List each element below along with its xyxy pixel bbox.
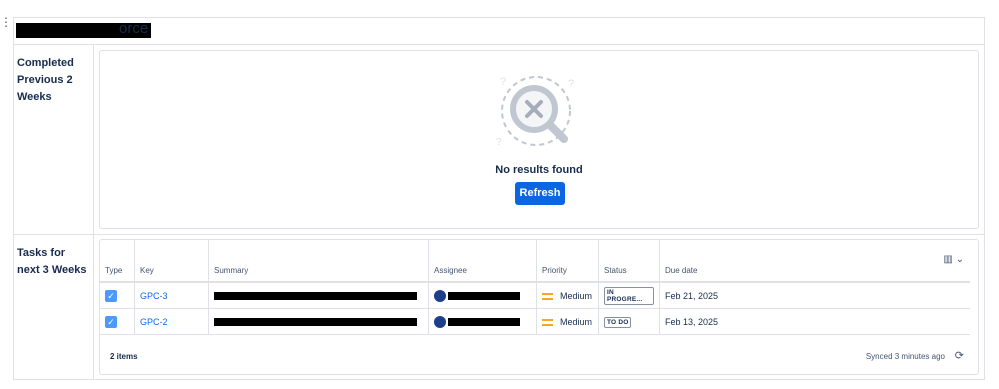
svg-text:?: ?	[568, 78, 574, 90]
column-header-status[interactable]: Status	[598, 240, 660, 283]
column-header-summary[interactable]: Summary	[208, 240, 429, 283]
no-results-message: No results found	[495, 164, 583, 176]
column-header-assignee[interactable]: Assignee	[428, 240, 537, 283]
column-header-type[interactable]: Type	[100, 240, 135, 283]
priority-label: Medium	[560, 316, 593, 327]
issues-table: Type Key Summary Assignee Priority Statu…	[100, 240, 970, 335]
redacted-assignee	[448, 291, 520, 300]
columns-icon[interactable]: ▥ ⌄	[943, 254, 964, 265]
table-row[interactable]: ✓ GPC-3 Medium IN PROGRE... Feb 21, 2025	[100, 282, 970, 309]
redacted-summary	[214, 318, 417, 327]
completed-issues-panel: ? ? ? No results found Refresh	[99, 50, 979, 229]
issue-key-link[interactable]: GPC-2	[140, 317, 168, 327]
svg-text:?: ?	[496, 137, 502, 148]
task-checkbox-icon: ✓	[105, 315, 117, 328]
redacted-assignee	[448, 317, 520, 326]
issue-key-link[interactable]: GPC-3	[140, 291, 168, 301]
row-tasks: Tasks for next 3 Weeks Type Key Summary …	[13, 234, 985, 380]
refresh-icon[interactable]: ⟳	[955, 349, 964, 362]
avatar	[434, 289, 446, 302]
row-label-tasks: Tasks for next 3 Weeks	[13, 235, 94, 380]
column-header-priority[interactable]: Priority	[536, 240, 599, 283]
redacted-summary	[214, 292, 417, 301]
due-date: Feb 21, 2025	[665, 290, 719, 301]
tasks-issues-panel: Type Key Summary Assignee Priority Statu…	[99, 239, 979, 375]
row-completed: Completed Previous 2 Weeks ? ? ? No resu…	[13, 44, 985, 234]
column-header-due-date[interactable]: Due date	[659, 240, 970, 283]
column-header-key[interactable]: Key	[134, 240, 209, 283]
priority-label: Medium	[560, 290, 593, 301]
item-count: 2 items	[110, 352, 138, 361]
search-no-results-icon: ? ? ?	[496, 76, 574, 148]
svg-text:?: ?	[500, 76, 506, 88]
row-label-completed: Completed Previous 2 Weeks	[13, 45, 94, 234]
status-badge: IN PROGRE...	[604, 286, 654, 305]
priority-medium-icon	[542, 292, 553, 300]
priority-medium-icon	[542, 318, 553, 326]
table-row[interactable]: ✓ GPC-2 Medium TO DO Feb 13, 2025	[100, 308, 970, 335]
sync-status: Synced 3 minutes ago	[865, 352, 945, 361]
status-badge: TO DO	[604, 316, 632, 328]
task-checkbox-icon: ✓	[105, 289, 117, 302]
page-header: orce	[13, 17, 985, 44]
drag-handle-icon[interactable]: ⋮	[0, 16, 12, 28]
avatar	[434, 315, 446, 328]
due-date: Feb 13, 2025	[665, 316, 719, 327]
refresh-button[interactable]: Refresh	[515, 182, 565, 205]
page-title: orce	[119, 20, 149, 37]
